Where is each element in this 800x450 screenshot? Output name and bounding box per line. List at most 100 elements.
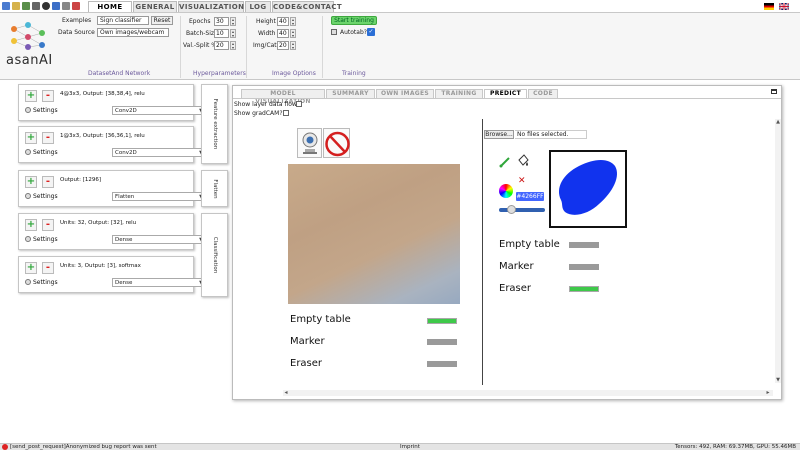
tab-code-contact[interactable]: Code&Contact: [272, 1, 342, 12]
show-flow-checkbox[interactable]: [296, 101, 302, 107]
autotab-checkbox[interactable]: ✓: [367, 28, 375, 36]
settings-icon[interactable]: [62, 2, 70, 10]
add-layer-button[interactable]: +: [25, 262, 37, 274]
tab-own-images[interactable]: Own images: [376, 89, 434, 98]
img-per-cat-spinner[interactable]: ▴ ▾: [290, 41, 296, 50]
scroll-left-arrow[interactable]: ◂: [283, 390, 289, 396]
ribbon: asanAI Examples Sign classifier Reset Da…: [0, 12, 800, 80]
scroll-down-arrow[interactable]: ▼: [775, 377, 781, 383]
tab-general[interactable]: General: [133, 1, 177, 12]
color-wheel-icon[interactable]: [499, 184, 513, 198]
reset-button[interactable]: Reset: [151, 16, 173, 25]
german-flag-icon[interactable]: [764, 3, 774, 10]
layer-type-select[interactable]: Dense▼: [112, 278, 206, 287]
remove-layer-button[interactable]: -: [42, 176, 54, 188]
image-options-group-title: Image Options: [272, 70, 316, 77]
webcam-result-bar-3: [427, 361, 457, 367]
layer-type-select[interactable]: Flatten▼: [112, 192, 206, 201]
logo: asanAI: [6, 21, 52, 69]
fill-bucket-icon[interactable]: [516, 154, 530, 168]
width-spinner[interactable]: ▴ ▾: [290, 29, 296, 38]
remove-layer-button[interactable]: -: [42, 132, 54, 144]
imprint-link[interactable]: Imprint: [400, 444, 420, 450]
stop-webcam-button[interactable]: [323, 128, 350, 158]
brush-size-slider[interactable]: [499, 205, 545, 214]
account-icon[interactable]: [42, 2, 50, 10]
tab-home[interactable]: Home: [88, 1, 132, 12]
stop-icon: [325, 131, 350, 157]
english-flag-icon[interactable]: [779, 3, 789, 10]
settings-icon: [25, 149, 31, 155]
height-input[interactable]: 40: [277, 17, 289, 26]
show-gradcam-checkbox[interactable]: [283, 110, 289, 116]
start-training-button[interactable]: Start training: [331, 16, 377, 25]
layer-settings-toggle[interactable]: Settings: [25, 107, 58, 114]
tab-log[interactable]: Log: [245, 1, 271, 12]
height-spinner[interactable]: ▴ ▾: [290, 17, 296, 26]
add-layer-button[interactable]: +: [25, 90, 37, 102]
tab-code[interactable]: Code: [528, 89, 558, 98]
remove-layer-button[interactable]: -: [42, 90, 54, 102]
scroll-right-arrow[interactable]: ▸: [765, 390, 771, 396]
webcam-icon: [302, 132, 318, 154]
open-folder-icon[interactable]: [12, 2, 20, 10]
upload-icon[interactable]: [52, 2, 60, 10]
drawing-canvas[interactable]: [549, 150, 627, 228]
clear-canvas-icon[interactable]: ✕: [518, 177, 526, 186]
pen-icon[interactable]: [499, 156, 511, 168]
layer-type-select[interactable]: Conv2D▼: [112, 148, 206, 157]
layer-settings-toggle[interactable]: Settings: [25, 236, 58, 243]
horizontal-scrollbar[interactable]: ◂ ▸: [283, 390, 773, 396]
img-per-cat-input[interactable]: 20: [277, 41, 289, 50]
epochs-spinner[interactable]: ▴ ▾: [230, 17, 236, 26]
save-icon[interactable]: [22, 2, 30, 10]
scroll-up-arrow[interactable]: ▲: [775, 119, 781, 125]
show-flow-label: Show layer data flow?: [234, 101, 301, 108]
epochs-input[interactable]: 30: [214, 17, 229, 26]
maximize-icon[interactable]: [771, 89, 777, 94]
tab-training[interactable]: Training: [435, 89, 483, 98]
layer-type-select[interactable]: Conv2D▼: [112, 106, 206, 115]
add-layer-button[interactable]: +: [25, 219, 37, 231]
webcam-result-bar-1: [427, 318, 457, 324]
webcam-button[interactable]: [297, 128, 322, 158]
panel-divider: [482, 119, 483, 385]
width-input[interactable]: 40: [277, 29, 289, 38]
browse-button[interactable]: Browse...: [484, 130, 514, 139]
quick-toolbar: [0, 0, 100, 12]
val-split-spinner[interactable]: ▴ ▾: [230, 41, 236, 50]
drawing-result-bar-1: [569, 242, 599, 248]
new-icon[interactable]: [2, 2, 10, 10]
drawn-shape: [559, 160, 618, 215]
tab-model-visualization[interactable]: Model Visualization: [241, 89, 325, 105]
color-value[interactable]: #4266FF: [516, 192, 544, 201]
tab-predict[interactable]: Predict: [484, 89, 527, 98]
group-separator: [322, 16, 323, 78]
layer-description: Units: 32, Output: [32], relu: [60, 220, 137, 226]
examples-select[interactable]: Sign classifier: [97, 16, 149, 25]
drawing-result-bar-2: [569, 264, 599, 270]
add-layer-button[interactable]: +: [25, 176, 37, 188]
layer-settings-toggle[interactable]: Settings: [25, 149, 58, 156]
dataset-network-group-title: DatasetAnd Network: [88, 70, 151, 77]
val-split-input[interactable]: 20: [214, 41, 229, 50]
hyperparameters-group-title: Hyperparameters: [193, 70, 246, 77]
download-icon[interactable]: [32, 2, 40, 10]
slider-thumb[interactable]: [507, 205, 516, 214]
add-layer-button[interactable]: +: [25, 132, 37, 144]
layer-settings-toggle[interactable]: Settings: [25, 279, 58, 286]
autotab-icon: [331, 29, 337, 35]
data-source-select[interactable]: Own images/webcam: [97, 28, 169, 37]
layer-settings-toggle[interactable]: Settings: [25, 193, 58, 200]
layer-type-select[interactable]: Dense▼: [112, 235, 206, 244]
layer-card-3: + - Output: [1296] Settings Flatten▼: [18, 170, 206, 207]
vertical-scrollbar[interactable]: ▲ ▼: [775, 119, 781, 383]
tab-visualization[interactable]: Visualization: [178, 1, 244, 12]
remove-layer-button[interactable]: -: [42, 219, 54, 231]
undo-icon[interactable]: [72, 2, 80, 10]
batch-size-spinner[interactable]: ▴ ▾: [230, 29, 236, 38]
batch-size-input[interactable]: 10: [214, 29, 229, 38]
tab-summary[interactable]: Summary: [326, 89, 375, 98]
webcam-image: [288, 164, 460, 304]
remove-layer-button[interactable]: -: [42, 262, 54, 274]
